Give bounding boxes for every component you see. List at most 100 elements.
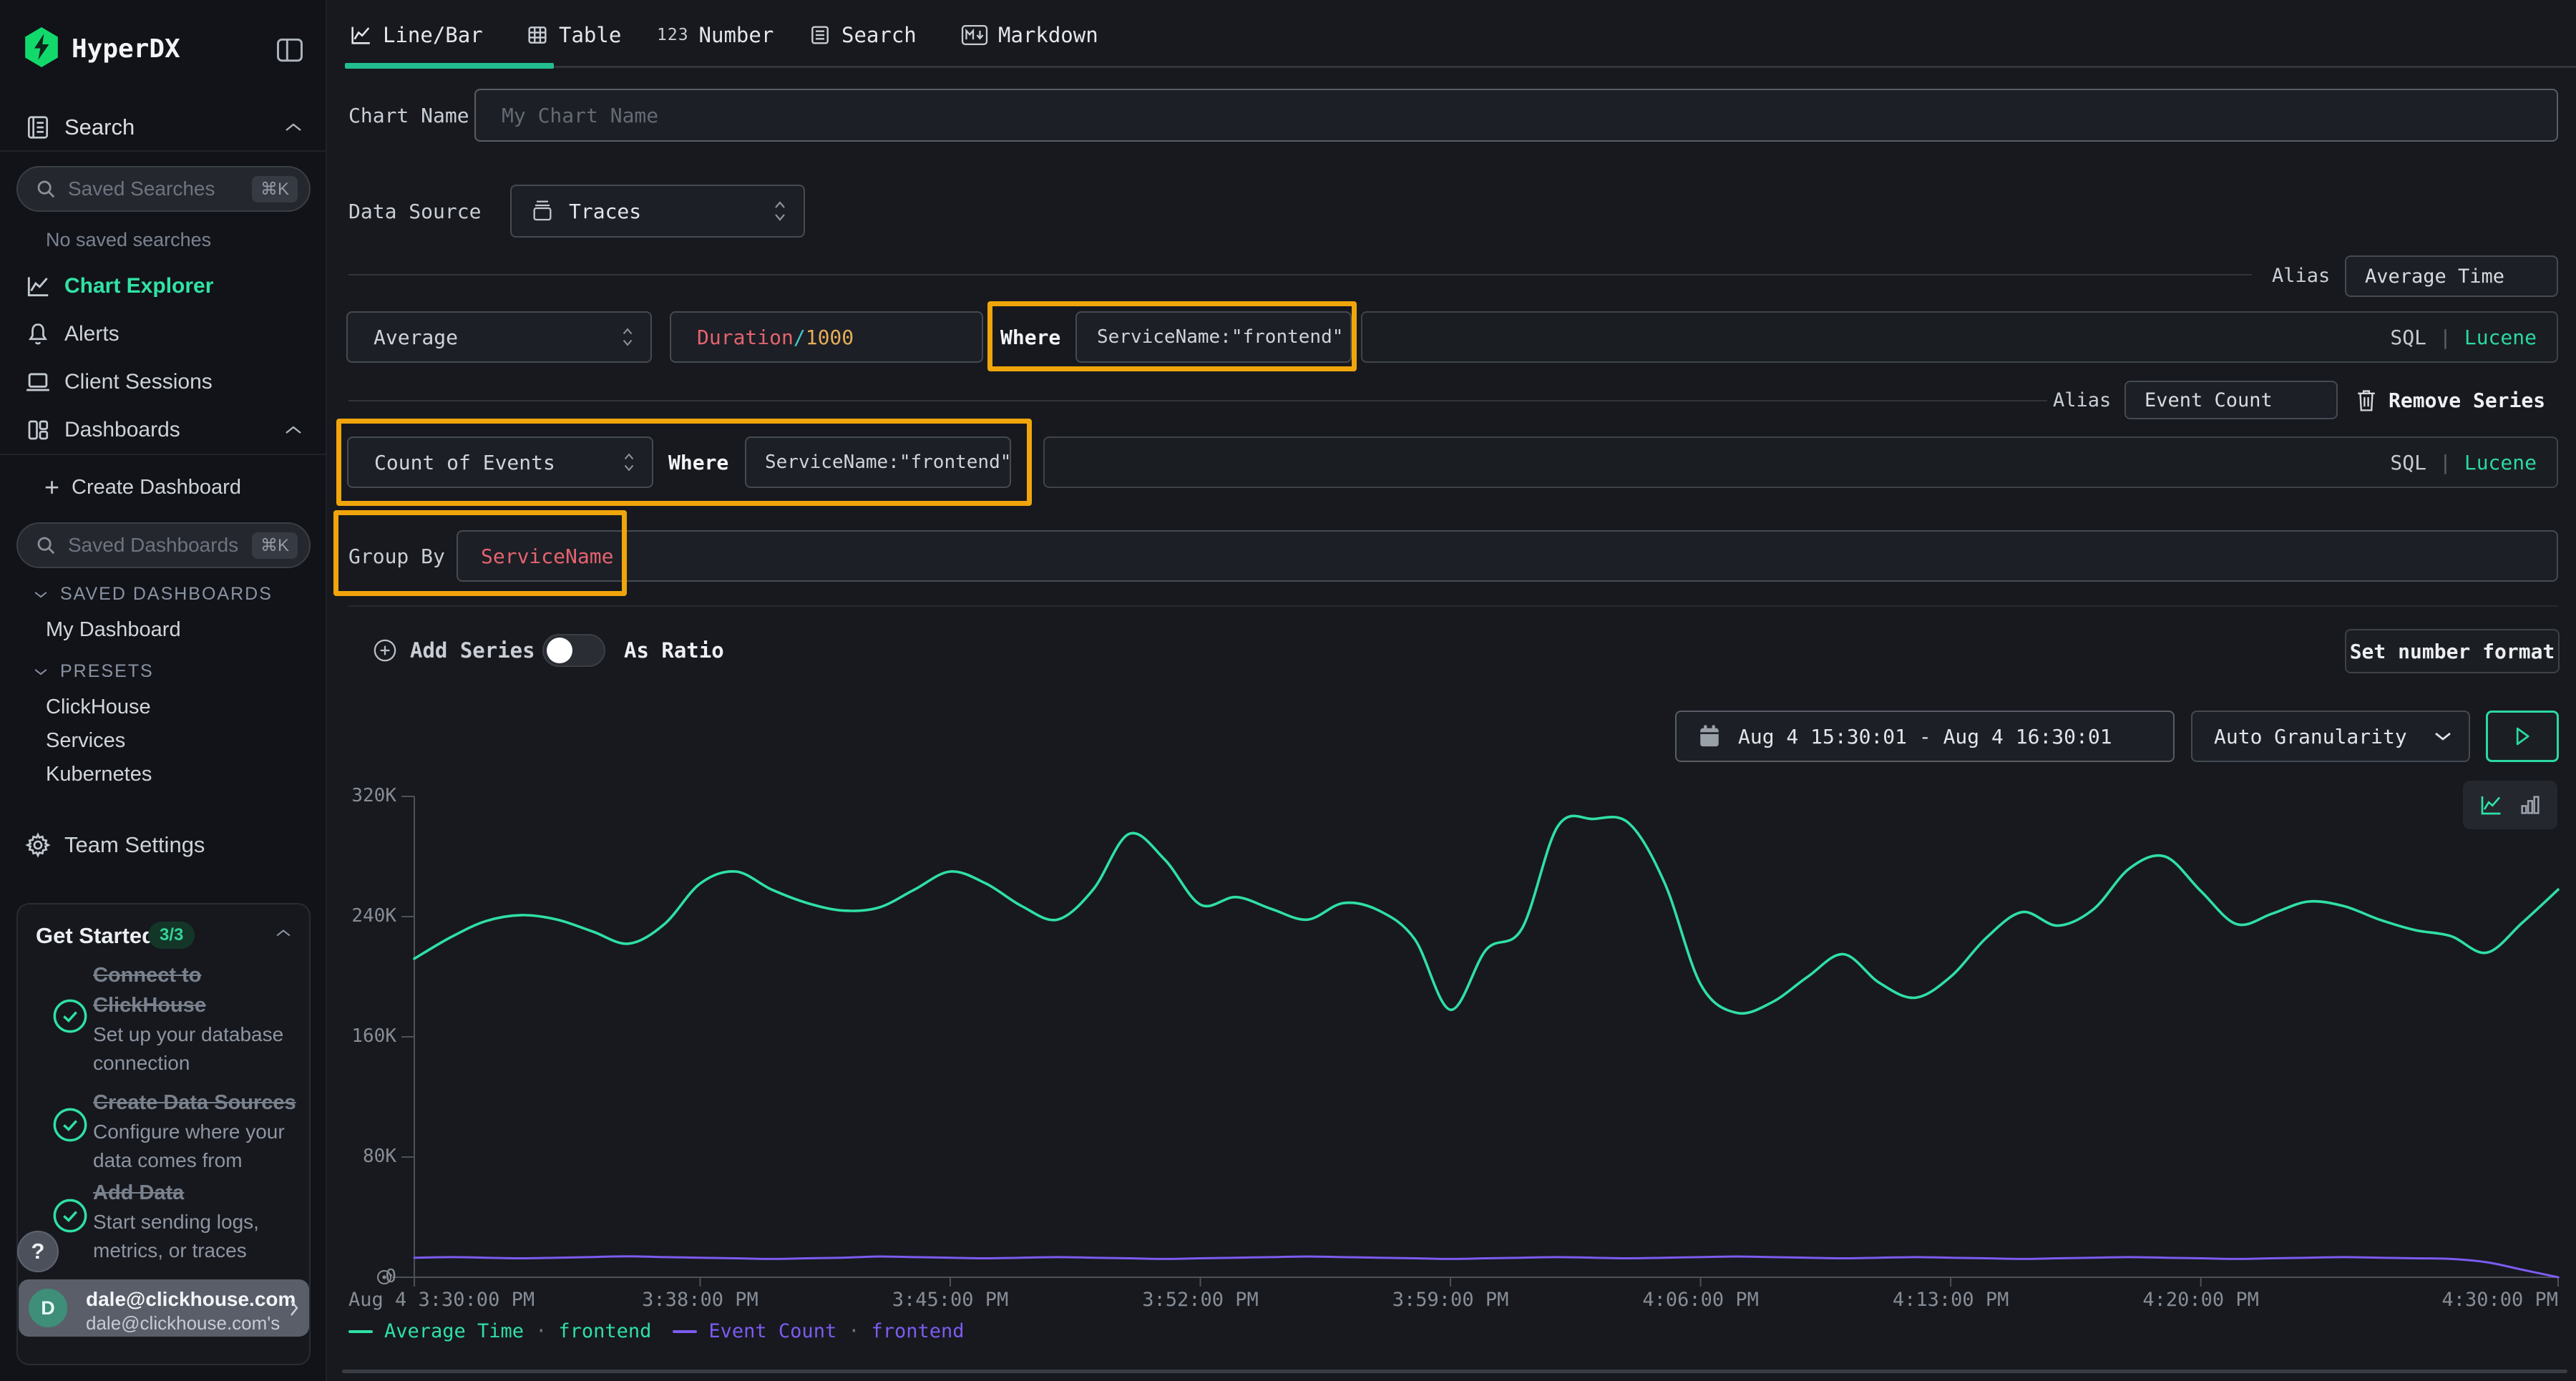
help-button[interactable]: ? — [17, 1231, 59, 1272]
get-started-badge: 3/3 — [148, 922, 195, 949]
chart-name-label: Chart Name — [348, 89, 469, 142]
alias-label: Alias — [2053, 381, 2111, 419]
search-section-icon — [24, 113, 52, 142]
chevron-down-icon — [33, 667, 49, 677]
database-icon — [532, 200, 553, 223]
check-circle-icon — [52, 997, 89, 1035]
granularity-select[interactable]: Auto Granularity — [2191, 711, 2470, 762]
sidebar-item-clickhouse[interactable]: ClickHouse — [46, 696, 151, 719]
tab-search[interactable]: Search — [809, 14, 917, 56]
saved-dashboards-header[interactable]: SAVED DASHBOARDS — [33, 584, 273, 605]
x-tick-label: 4:30:00 PM — [2441, 1289, 2558, 1311]
saved-dashboards-input[interactable]: Saved Dashboards ⌘K — [16, 522, 311, 568]
sidebar-item-dashboards[interactable]: Dashboards — [0, 407, 327, 453]
bar-chart-type-icon[interactable] — [2518, 793, 2542, 817]
alias-label: Alias — [2272, 255, 2330, 296]
as-ratio-label: As Ratio — [624, 633, 724, 668]
bottom-scroll-edge[interactable] — [342, 1370, 2567, 1373]
x-tick-label: 3:38:00 PM — [642, 1289, 758, 1311]
series1-field-input[interactable]: Duration/1000 — [670, 311, 983, 363]
set-number-format-button[interactable]: Set number format — [2345, 629, 2560, 673]
logo-text: HyperDX — [72, 34, 180, 64]
line-chart-type-icon[interactable] — [2478, 792, 2504, 818]
select-chevrons-icon — [620, 325, 635, 349]
tab-markdown[interactable]: Markdown — [961, 14, 1098, 56]
legend-series-group[interactable]: frontend — [558, 1320, 651, 1342]
tab-table[interactable]: Table — [526, 14, 621, 56]
hyperdx-app: HyperDX Search Saved Searches ⌘K No save… — [0, 0, 2576, 1381]
sql-toggle[interactable]: SQL — [2390, 451, 2426, 474]
y-tick-label: 320K — [306, 785, 396, 806]
sidebar-item-kubernetes[interactable]: Kubernetes — [46, 763, 152, 786]
run-query-button[interactable] — [2486, 711, 2559, 762]
select-chevrons-icon — [772, 198, 788, 224]
lucene-toggle[interactable]: Lucene — [2464, 326, 2537, 349]
y-tick-label: 240K — [306, 905, 396, 927]
sidebar-item-my-dashboard[interactable]: My Dashboard — [46, 618, 181, 642]
list-document-icon — [809, 24, 831, 47]
add-series-button[interactable]: Add Series — [373, 633, 535, 668]
legend-series-name[interactable]: Event Count — [708, 1320, 836, 1342]
chevron-up-icon — [283, 121, 303, 134]
y-tick-label: 160K — [306, 1025, 396, 1047]
chevron-up-icon[interactable] — [274, 927, 293, 939]
series1-alias-input[interactable]: Average Time — [2345, 255, 2558, 297]
chart-name-input[interactable]: My Chart Name — [474, 89, 2558, 142]
x-tick-label: 4:13:00 PM — [1893, 1289, 2009, 1311]
sidebar-item-team-settings[interactable]: Team Settings — [0, 822, 327, 868]
dashboards-grid-icon — [24, 416, 52, 444]
sidebar-item-alerts[interactable]: Alerts — [0, 311, 327, 357]
presets-header[interactable]: PRESETS — [33, 661, 154, 682]
get-started-item[interactable]: Add Data Start sending logs, metrics, or… — [93, 1178, 308, 1265]
series2-alias-input[interactable]: Event Count — [2124, 381, 2338, 419]
gear-icon — [24, 831, 52, 859]
search-icon — [35, 535, 57, 556]
y-tick-label: 0 — [306, 1266, 396, 1287]
calendar-icon — [1698, 724, 1721, 748]
legend-series-name[interactable]: Average Time — [384, 1320, 524, 1342]
group-by-input[interactable]: ServiceName — [457, 530, 2558, 582]
series2-query-strip[interactable]: SQL|Lucene — [1043, 436, 2558, 488]
get-started-item[interactable]: Create Data Sources Configure where your… — [93, 1088, 308, 1175]
sidebar-item-services[interactable]: Services — [46, 729, 125, 753]
tab-line-bar[interactable]: Line/Bar — [348, 14, 483, 56]
tab-track — [345, 66, 2576, 68]
data-source-select[interactable]: Traces — [510, 185, 805, 238]
create-dashboard-button[interactable]: + Create Dashboard — [0, 465, 327, 509]
legend-series-group[interactable]: frontend — [871, 1320, 964, 1342]
as-ratio-toggle[interactable] — [542, 634, 605, 667]
collapse-sidebar-icon[interactable] — [274, 34, 306, 66]
chevron-up-icon — [283, 424, 303, 436]
x-tick-label: 4:20:00 PM — [2142, 1289, 2259, 1311]
get-started-item[interactable]: Connect to ClickHouse Set up your databa… — [93, 960, 293, 1078]
kbd-shortcut: ⌘K — [252, 176, 298, 202]
date-range-picker[interactable]: Aug 4 15:30:01 - Aug 4 16:30:01 — [1675, 711, 2175, 762]
chart-legend: Average Time · frontend Event Count · fr… — [348, 1320, 965, 1342]
no-saved-searches-text: No saved searches — [46, 229, 211, 251]
sql-toggle[interactable]: SQL — [2390, 326, 2426, 349]
annotation-box-where-1 — [987, 301, 1357, 371]
search-icon — [35, 178, 57, 200]
sidebar-item-chart-explorer[interactable]: Chart Explorer — [0, 263, 327, 309]
table-icon — [526, 24, 549, 47]
remove-series-button[interactable]: Remove Series — [2356, 381, 2545, 419]
y-tick-label: 80K — [306, 1146, 396, 1167]
date-range-value: Aug 4 15:30:01 - Aug 4 16:30:01 — [1738, 725, 2112, 748]
markdown-icon — [961, 24, 988, 46]
sidebar: HyperDX Search Saved Searches ⌘K No save… — [0, 0, 327, 1381]
plus-circle-icon — [373, 638, 397, 663]
tab-number[interactable]: 123 Number — [657, 14, 774, 56]
x-tick-label: 3:45:00 PM — [892, 1289, 1009, 1311]
user-subtitle: dale@clickhouse.com's — [86, 1312, 280, 1334]
chevron-down-icon — [33, 590, 49, 600]
lucene-toggle[interactable]: Lucene — [2464, 451, 2537, 474]
divider — [348, 274, 2252, 275]
annotation-box-series2 — [336, 419, 1032, 506]
series1-query-strip[interactable]: SQL|Lucene — [1361, 311, 2558, 363]
sidebar-item-client-sessions[interactable]: Client Sessions — [0, 359, 327, 405]
user-menu[interactable]: D dale@clickhouse.com dale@clickhouse.co… — [19, 1279, 309, 1337]
sidebar-section-search[interactable]: Search — [0, 104, 327, 150]
saved-searches-input[interactable]: Saved Searches ⌘K — [16, 166, 311, 212]
active-tab-underline — [345, 63, 554, 69]
series1-aggregation-select[interactable]: Average — [346, 311, 652, 363]
